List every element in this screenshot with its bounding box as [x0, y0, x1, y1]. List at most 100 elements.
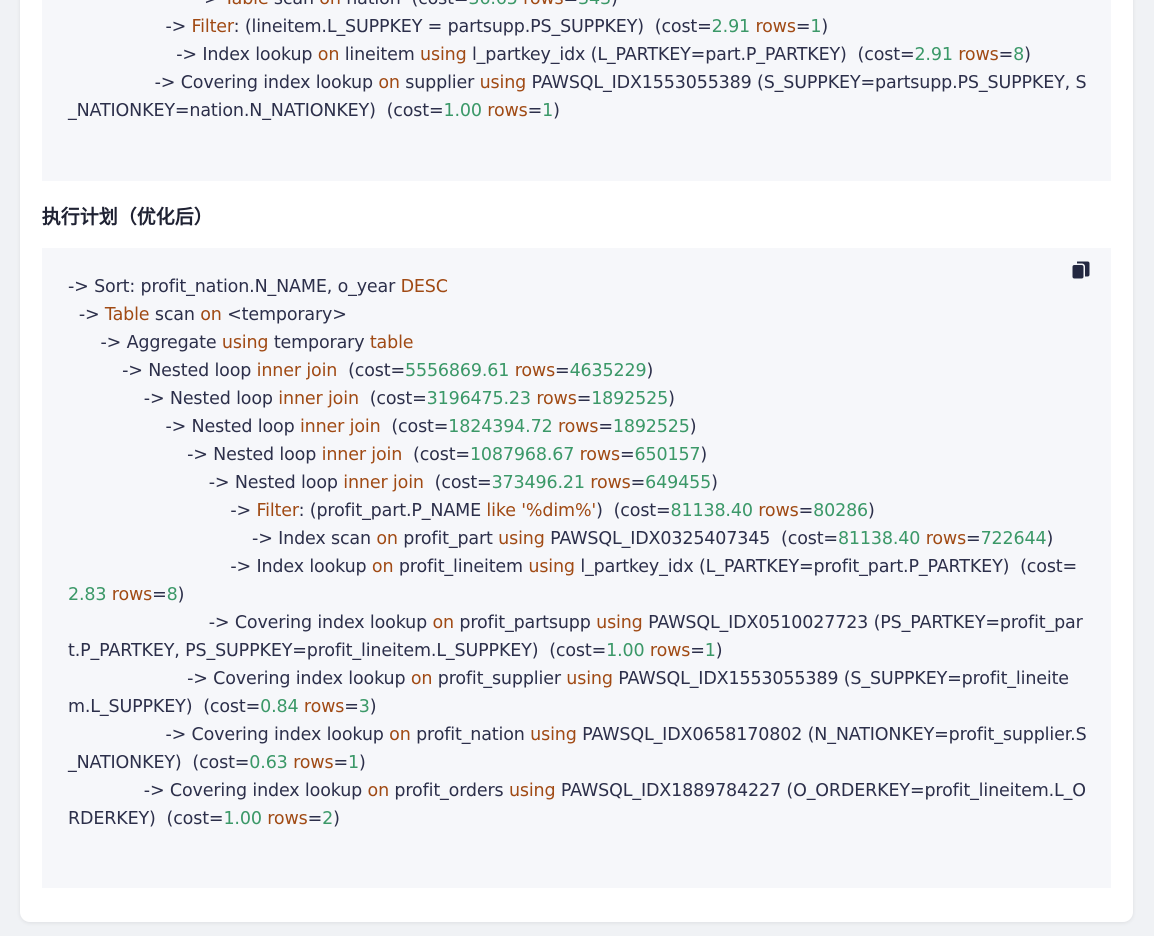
plan-token: Table — [224, 0, 269, 9]
plan-line: -> Nested loop inner join (cost=3196475.… — [68, 385, 1088, 413]
plan-token: using — [530, 725, 577, 745]
plan-line-indent — [68, 781, 144, 801]
plan-token: 8 — [1013, 45, 1025, 65]
plan-token: rows — [267, 809, 308, 829]
plan-token: 722644 — [980, 529, 1047, 549]
plan-token: = — [555, 361, 570, 381]
plan-token: nation (cost= — [341, 0, 468, 9]
plan-token: = — [620, 445, 635, 465]
plan-token: ) — [821, 17, 829, 37]
plan-after-code: -> Sort: profit_nation.N_NAME, o_year DE… — [68, 273, 1088, 833]
plan-token: 4635229 — [569, 361, 647, 381]
plan-token: -> — [165, 17, 192, 37]
plan-line: -> Index lookup on lineitem using l_part… — [68, 41, 1088, 69]
plan-line-indent — [68, 333, 100, 353]
plan-token: profit_nation — [410, 725, 531, 745]
plan-line: -> Covering index lookup on profit_order… — [68, 777, 1088, 833]
plan-token: ) — [711, 473, 718, 493]
plan-token: -> Nested loop — [187, 445, 322, 465]
plan-token: 1892525 — [591, 389, 669, 409]
plan-token: 0.84 — [260, 697, 299, 717]
plan-token: = — [690, 641, 705, 661]
plan-line-indent — [68, 613, 209, 633]
plan-token: profit_lineitem — [393, 557, 529, 577]
plan-token: (cost= — [337, 361, 405, 381]
plan-token: temporary — [268, 333, 370, 353]
plan-token: -> Index lookup — [176, 45, 318, 65]
plan-token: rows — [649, 641, 691, 661]
plan-token: table — [369, 333, 414, 353]
plan-token: using — [596, 613, 643, 633]
plan-token: = — [998, 45, 1014, 65]
plan-token: ) — [646, 361, 654, 381]
result-card: -> Table scan on nation (cost=36.65 rows… — [20, 0, 1133, 922]
plan-token: using — [498, 529, 545, 549]
plan-token: Table — [104, 305, 150, 325]
plan-line-indent — [68, 501, 230, 521]
plan-token: 373496.21 — [491, 473, 585, 493]
plan-token: rows — [293, 753, 334, 773]
plan-token: ) — [868, 501, 875, 521]
plan-token: -> Covering index lookup — [208, 613, 433, 633]
plan-token: -> Sort: profit_nation.N_NAME, o_year — [68, 277, 401, 297]
plan-token: 2.91 — [914, 45, 953, 65]
plan-token: ) — [333, 809, 340, 829]
plan-token: inner join — [256, 361, 338, 381]
plan-token: 1087968.67 — [469, 445, 575, 465]
plan-token: using — [479, 73, 527, 93]
plan-token: ) — [668, 389, 675, 409]
plan-token: on — [319, 0, 341, 9]
plan-token: ) — [177, 585, 185, 605]
plan-line: -> Nested loop inner join (cost=1087968.… — [68, 441, 1088, 469]
plan-line-indent — [68, 73, 155, 93]
plan-token: 5556869.61 — [404, 361, 510, 381]
plan-token: -> Covering index lookup — [154, 73, 379, 93]
plan-token: -> Covering index lookup — [143, 781, 368, 801]
plan-token: l_partkey_idx (L_PARTKEY=profit_part.P_P… — [574, 557, 1078, 577]
plan-token: -> Covering index lookup — [165, 725, 390, 745]
plan-token: 1.00 — [443, 101, 483, 121]
plan-token: profit_partsupp — [453, 613, 597, 633]
plan-token: -> Aggregate — [100, 333, 222, 353]
plan-line: -> Index scan on profit_part using PAWSQ… — [68, 525, 1088, 553]
plan-token: using — [508, 781, 556, 801]
plan-token: rows — [925, 529, 967, 549]
plan-line-indent — [68, 305, 79, 325]
plan-token: 650157 — [634, 445, 701, 465]
plan-token: 81138.40 — [837, 529, 921, 549]
plan-token: -> — [78, 305, 105, 325]
plan-line-indent — [68, 529, 252, 549]
plan-token: = — [798, 501, 814, 521]
plan-token: rows — [303, 697, 345, 717]
plan-line: -> Table scan on <temporary> — [68, 301, 1088, 329]
plan-token: 1892525 — [612, 417, 690, 437]
plan-token: on — [376, 529, 398, 549]
plan-line: -> Nested loop inner join (cost=1824394.… — [68, 413, 1088, 441]
plan-token: 1.00 — [606, 641, 645, 661]
plan-token: = — [598, 417, 613, 437]
plan-token: = — [344, 697, 359, 717]
plan-token: rows — [755, 17, 796, 37]
plan-token: on — [371, 557, 394, 577]
plan-token: 1.00 — [223, 809, 262, 829]
plan-token: on — [432, 613, 454, 633]
plan-token: 2.83 — [68, 585, 107, 605]
plan-token: -> — [198, 0, 224, 9]
plan-token: rows — [536, 389, 577, 409]
plan-token: Filter — [191, 17, 234, 37]
plan-token: lineitem — [339, 45, 421, 65]
plan-token: profit_part — [397, 529, 499, 549]
plan-line: -> Nested loop inner join (cost=5556869.… — [68, 357, 1088, 385]
plan-line: -> Covering index lookup on profit_natio… — [68, 721, 1088, 777]
plan-token: (cost= — [402, 445, 470, 465]
plan-token: = — [152, 585, 167, 605]
plan-token: -> Nested loop — [122, 361, 257, 381]
plan-token: inner join — [321, 445, 403, 465]
plan-token: 343 — [578, 0, 611, 9]
plan-token: 1 — [810, 17, 822, 37]
plan-token: using — [566, 669, 613, 689]
plan-token: -> Nested loop — [165, 417, 300, 437]
plan-token: ) — [358, 753, 366, 773]
plan-token: ) — [369, 697, 377, 717]
plan-token: -> Covering index lookup — [187, 669, 411, 689]
